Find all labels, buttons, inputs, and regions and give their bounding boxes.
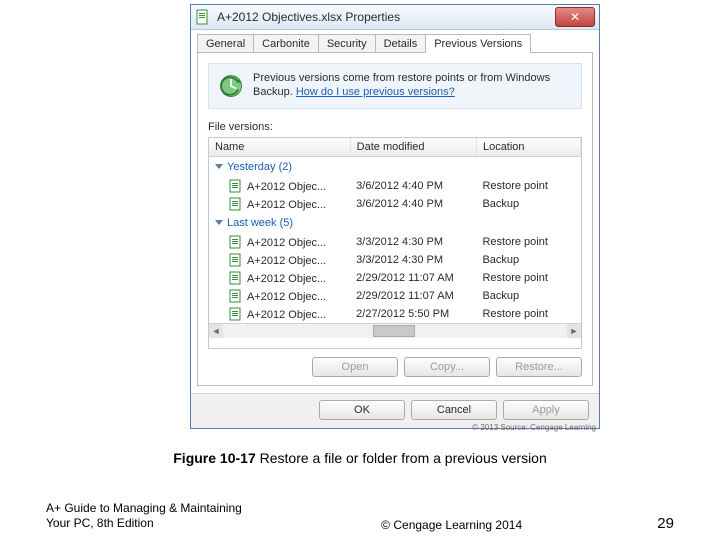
tab-general[interactable]: General [197,34,254,53]
help-link[interactable]: How do I use previous versions? [296,86,455,98]
file-icon [229,271,243,285]
scroll-thumb[interactable] [373,325,415,337]
scroll-right-icon[interactable]: ► [567,324,581,338]
properties-dialog: A+2012 Objectives.xlsx Properties ✕ Gene… [190,4,600,429]
titlebar[interactable]: A+2012 Objectives.xlsx Properties ✕ [191,5,599,30]
close-button[interactable]: ✕ [555,7,595,27]
tab-carbonite[interactable]: Carbonite [253,34,319,53]
cancel-button[interactable]: Cancel [411,400,497,420]
clock-shield-icon [217,72,245,100]
list-group[interactable]: Last week (5) [209,213,581,233]
file-icon [229,235,243,249]
restore-button[interactable]: Restore... [496,357,582,377]
list-item[interactable]: A+2012 Objec...3/6/2012 4:40 PMRestore p… [209,177,581,195]
copy-button[interactable]: Copy... [404,357,490,377]
expand-icon [215,220,223,225]
ok-button[interactable]: OK [319,400,405,420]
image-credit: © 2013 Source: Cengage Learning [472,423,596,432]
page-number: 29 [657,515,674,532]
file-icon [229,253,243,267]
book-title: A+ Guide to Managing & Maintaining Your … [46,501,246,532]
copyright: © Cengage Learning 2014 [381,518,522,532]
open-button[interactable]: Open [312,357,398,377]
tab-previous-versions[interactable]: Previous Versions [425,34,531,53]
expand-icon [215,164,223,169]
list-item[interactable]: A+2012 Objec...3/3/2012 4:30 PMBackup [209,251,581,269]
col-location[interactable]: Location [476,138,580,157]
col-name[interactable]: Name [209,138,350,157]
version-actions: Open Copy... Restore... [208,357,582,377]
tab-details[interactable]: Details [375,34,427,53]
list-item[interactable]: A+2012 Objec...2/29/2012 11:07 AMBackup [209,287,581,305]
scroll-track[interactable] [223,324,567,338]
page-footer: A+ Guide to Managing & Maintaining Your … [46,501,674,532]
list-item[interactable]: A+2012 Objec...3/3/2012 4:30 PMRestore p… [209,233,581,251]
apply-button[interactable]: Apply [503,400,589,420]
list-group[interactable]: Yesterday (2) [209,157,581,178]
figure-caption: Figure 10-17 Restore a file or folder fr… [0,450,720,466]
horizontal-scrollbar[interactable]: ◄ ► [209,323,581,338]
file-icon [229,197,243,211]
scroll-left-icon[interactable]: ◄ [209,324,223,338]
info-banner: Previous versions come from restore poin… [208,63,582,109]
window-title: A+2012 Objectives.xlsx Properties [217,10,555,24]
tab-security[interactable]: Security [318,34,376,53]
list-item[interactable]: A+2012 Objec...2/29/2012 11:07 AMRestore… [209,269,581,287]
tab-body: Previous versions come from restore poin… [197,52,593,386]
info-text: Previous versions come from restore poin… [253,72,573,100]
col-date[interactable]: Date modified [350,138,476,157]
file-icon [229,307,243,321]
list-item[interactable]: A+2012 Objec...3/6/2012 4:40 PMBackup [209,195,581,213]
list-item[interactable]: A+2012 Objec...2/27/2012 5:50 PMRestore … [209,305,581,323]
versions-list[interactable]: Name Date modified Location Yesterday (2… [208,137,582,349]
file-icon [229,289,243,303]
file-icon [195,9,211,25]
tab-strip: General Carbonite Security Details Previ… [191,30,599,53]
close-icon: ✕ [570,11,580,23]
file-versions-label: File versions: [208,121,582,133]
file-icon [229,179,243,193]
